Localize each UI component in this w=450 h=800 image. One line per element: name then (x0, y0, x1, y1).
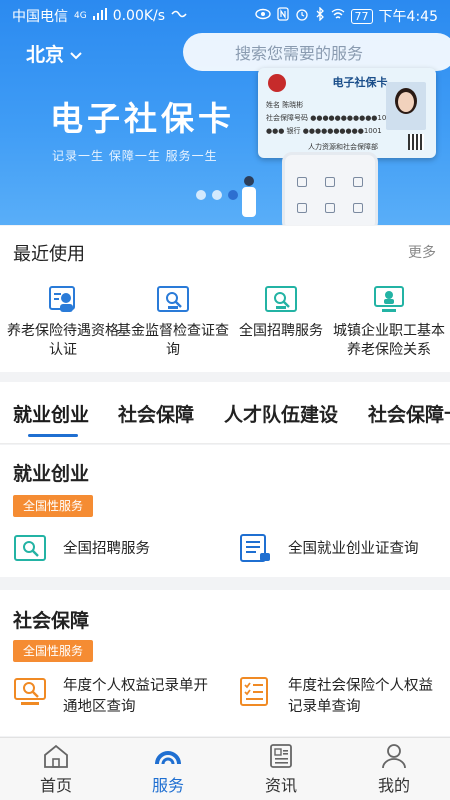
carousel-dot-active[interactable] (228, 190, 238, 200)
nav-label: 资讯 (264, 776, 297, 795)
carousel-indicator (196, 190, 254, 200)
service-label: 全国招聘服务 (63, 541, 150, 557)
recent-section: 最近使用 更多 养老保险待遇资格认证 基金监督检查证查询 全国招聘服务 城镇企业… (0, 226, 450, 372)
eye-icon (254, 8, 271, 24)
battery-icon: 77 (350, 8, 373, 24)
bluetooth-icon (315, 6, 325, 25)
carousel-dot[interactable] (196, 190, 206, 200)
chevron-down-icon (70, 43, 82, 65)
monitor-pension-icon (372, 284, 406, 316)
speed-label: 0.00K/s (112, 8, 166, 24)
wifi-icon (331, 8, 345, 24)
card-photo-face (398, 92, 414, 112)
service-label: 全国就业创业证查询 (288, 541, 419, 557)
bottom-nav: 首页 服务 资讯 我的 (0, 737, 450, 800)
service-label: 年度社会保险个人权益记录单查询 (288, 678, 433, 715)
tab-talent[interactable]: 人才队伍建设 (224, 400, 338, 427)
nav-label: 我的 (377, 776, 410, 795)
more-button[interactable]: 更多 (408, 242, 436, 262)
alarm-icon (295, 7, 309, 25)
nav-news[interactable]: 资讯 (241, 742, 321, 796)
nfc-icon (276, 7, 289, 25)
fund-inspect-icon (156, 284, 190, 316)
document-list-icon (238, 533, 274, 565)
pension-cert-icon (46, 284, 80, 316)
category-tabs: 就业创业 社会保障 人才队伍建设 社会保障卡 (0, 382, 450, 444)
national-service-badge: 全国性服务 (13, 640, 94, 662)
search-input[interactable]: 搜索您需要的服务 (183, 33, 450, 71)
recruit-icon (264, 284, 298, 316)
service-label: 年度个人权益记录单开通地区查询 (63, 678, 208, 715)
recent-item-label: 城镇企业职工基本养老保险关系 (333, 323, 445, 358)
signal-icon (92, 8, 107, 24)
monitor-search-icon (13, 676, 49, 708)
network-label: 4G (74, 11, 87, 21)
carousel-dot[interactable] (212, 190, 222, 200)
city-label: 北京 (26, 44, 65, 66)
recent-item[interactable]: 全国招聘服务 (222, 284, 340, 341)
recent-item-label: 基金监督检查证查询 (117, 323, 229, 358)
user-icon (380, 742, 408, 770)
social-security-card-illustration: 电子社保卡 姓名 陈晓彬 社会保障号码 ●●●●●●●●●●●1001 ●●● … (258, 68, 436, 158)
phone-illustration (282, 152, 378, 225)
nav-mine[interactable]: 我的 (354, 742, 434, 796)
service-icon (154, 742, 182, 770)
category-social-security: 社会保障 全国性服务 年度个人权益记录单开通地区查询 年度社会保险个人权益记录单… (0, 590, 450, 736)
checklist-icon (238, 676, 274, 708)
category-title: 就业创业 (13, 463, 90, 485)
recent-item-label: 养老保险待遇资格认证 (7, 323, 119, 358)
tab-ss-card[interactable]: 社会保障卡 (368, 400, 450, 427)
time-label: 下午4:45 (378, 9, 438, 25)
nav-label: 首页 (39, 776, 72, 795)
nav-service[interactable]: 服务 (128, 742, 208, 796)
emblem-icon (268, 74, 286, 92)
nav-home[interactable]: 首页 (16, 742, 96, 796)
home-icon (42, 742, 70, 770)
service-item[interactable]: 年度个人权益记录单开通地区查询 (13, 676, 213, 718)
city-selector[interactable]: 北京 (26, 40, 82, 67)
recent-item[interactable]: 城镇企业职工基本养老保险关系 (330, 284, 448, 360)
tab-social-security[interactable]: 社会保障 (118, 400, 194, 427)
category-title: 社会保障 (13, 610, 90, 632)
news-icon (267, 742, 295, 770)
service-item[interactable]: 全国招聘服务 (13, 533, 150, 565)
recruit-icon (13, 533, 49, 565)
service-item[interactable]: 年度社会保险个人权益记录单查询 (238, 676, 438, 718)
qr-code-icon (408, 134, 424, 150)
nav-label: 服务 (151, 776, 184, 795)
status-bar: 中国电信 4G 0.00K/s 77 下午4:45 (0, 0, 450, 32)
recent-title: 最近使用 (13, 244, 85, 265)
carrier-label: 中国电信 (12, 9, 68, 25)
carousel-dot[interactable] (244, 190, 254, 200)
search-placeholder: 搜索您需要的服务 (235, 44, 364, 63)
banner-slogan: 记录一生 保障一生 服务一生 (52, 149, 218, 163)
banner-title: 电子社保卡 (50, 99, 235, 138)
recent-item[interactable]: 基金监督检查证查询 (114, 284, 232, 360)
category-employment: 就业创业 全国性服务 全国招聘服务 全国就业创业证查询 (0, 445, 450, 577)
recent-item-label: 全国招聘服务 (239, 323, 323, 339)
service-item[interactable]: 全国就业创业证查询 (238, 533, 419, 565)
active-tab-indicator (28, 434, 78, 437)
banner[interactable]: 中国电信 4G 0.00K/s 77 下午4:45 北京 搜索您需要的服务 电子… (0, 0, 450, 225)
recent-item[interactable]: 养老保险待遇资格认证 (4, 284, 122, 360)
app-notify-icon (171, 8, 187, 24)
card-issuer: 人力资源和社会保障部 (308, 143, 378, 151)
national-service-badge: 全国性服务 (13, 495, 94, 517)
tab-employment[interactable]: 就业创业 (13, 400, 89, 427)
